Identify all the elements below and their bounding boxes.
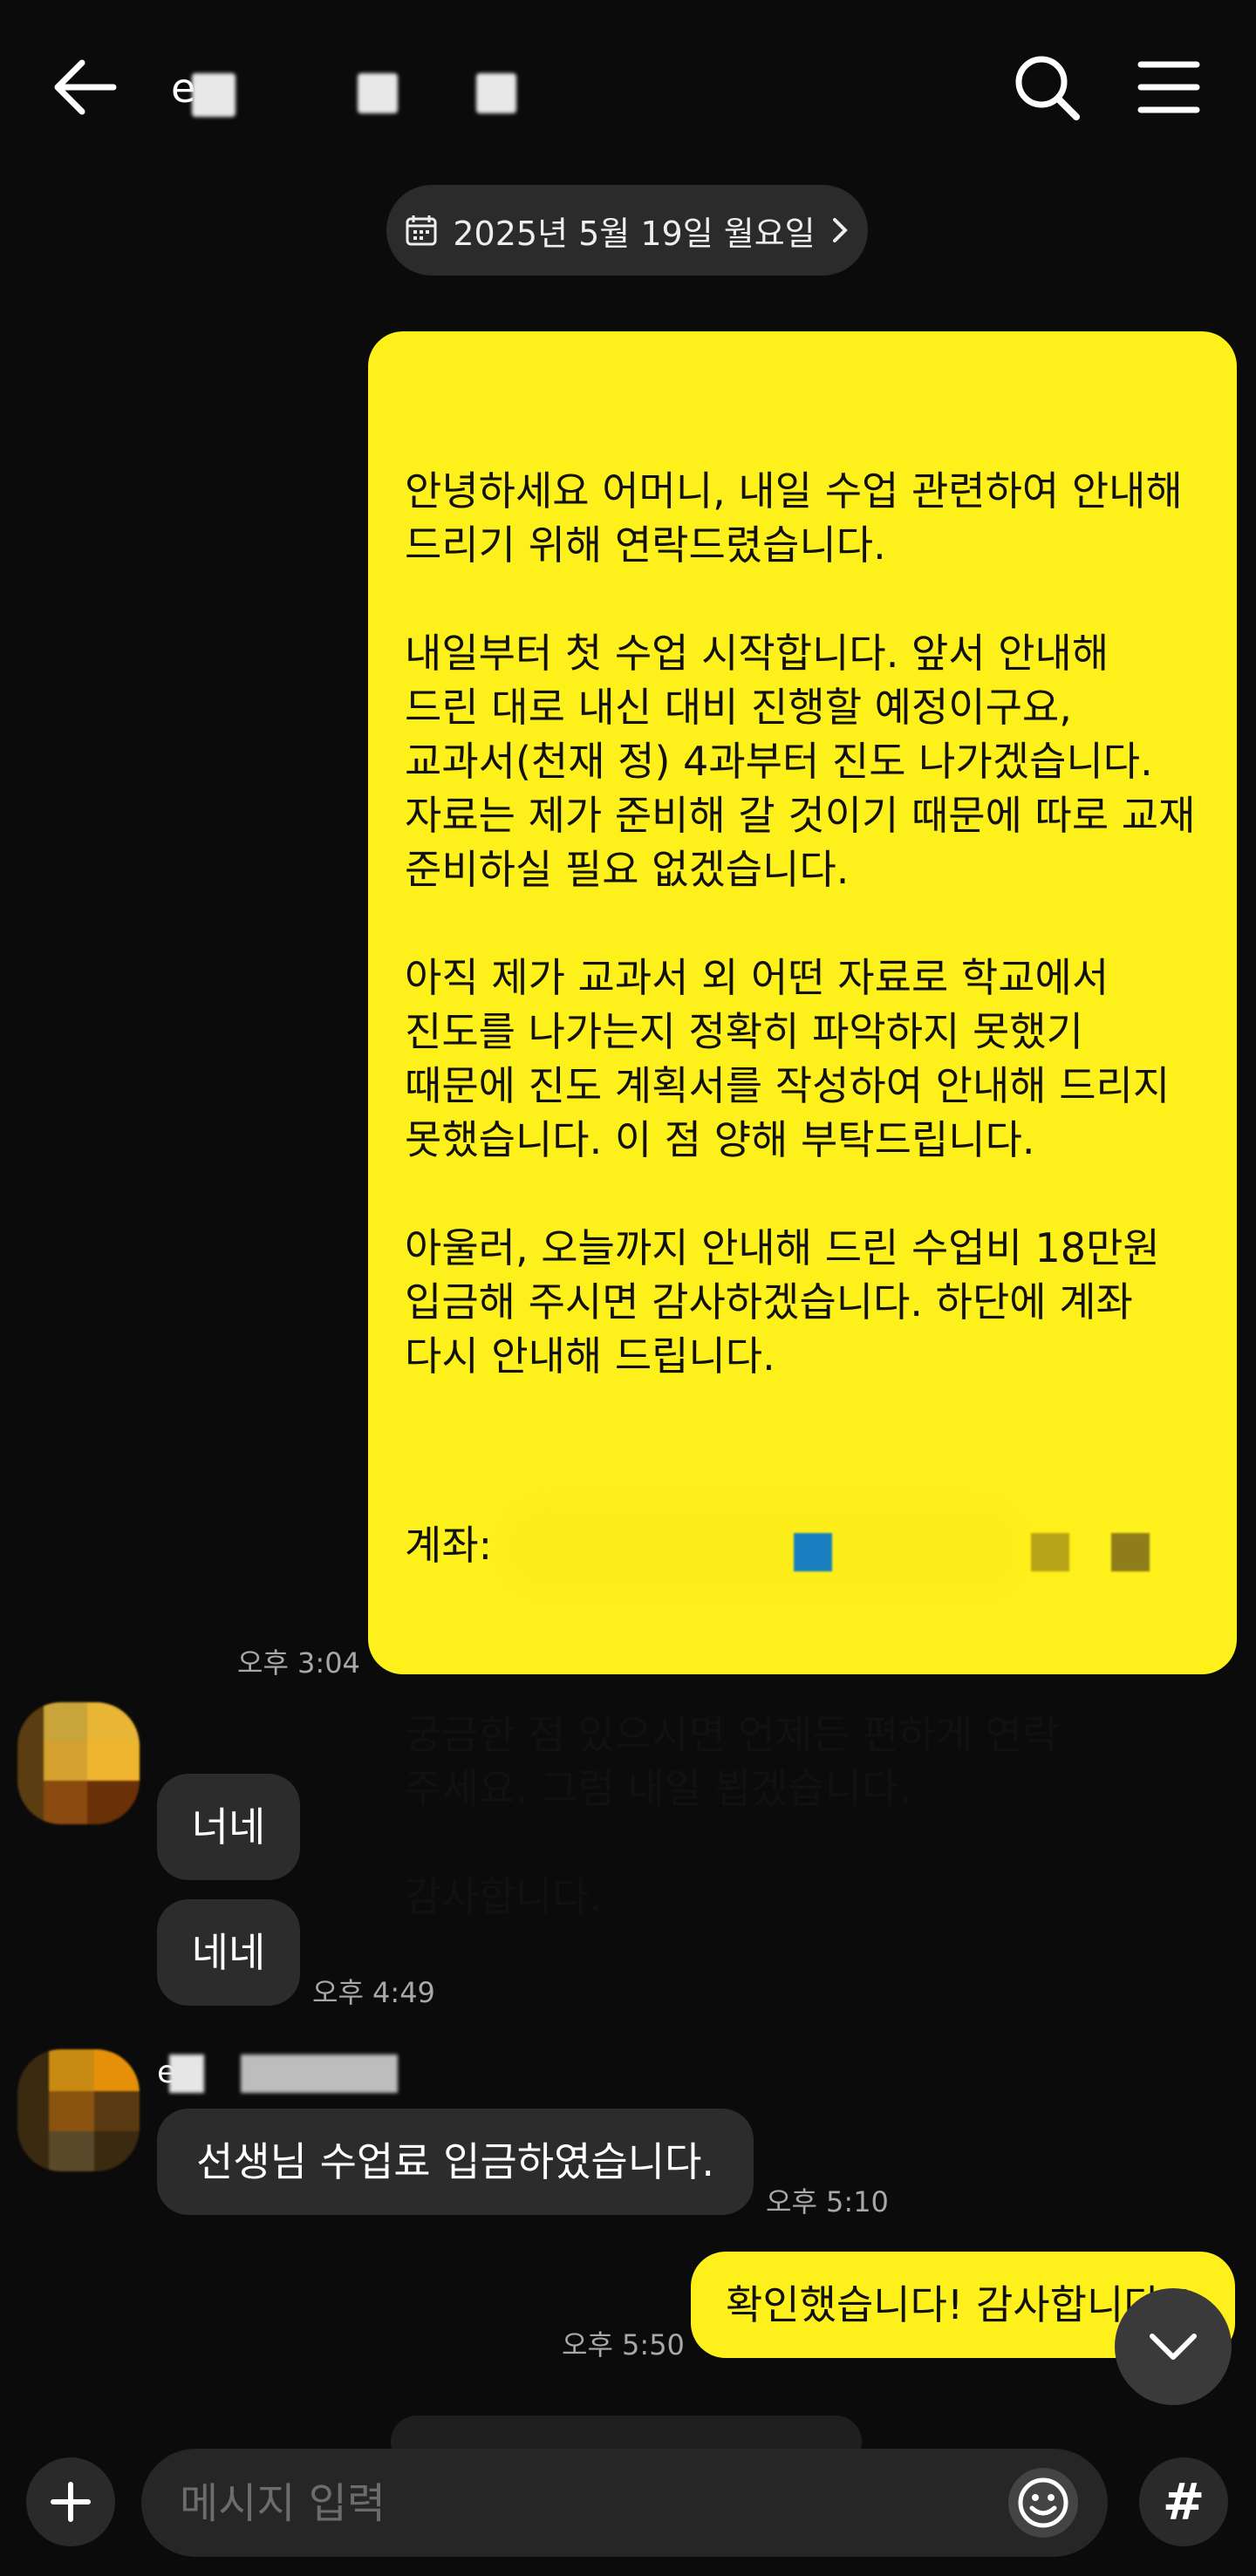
redacted-account-number [501, 1500, 1024, 1596]
redacted-block [794, 1533, 832, 1571]
message-time: 오후 4:49 [312, 1976, 435, 2009]
message-time: 오후 3:04 [237, 1646, 360, 1680]
avatar[interactable] [17, 2049, 140, 2171]
message-input[interactable] [178, 2466, 966, 2541]
redacted-title-block [192, 73, 236, 117]
back-button[interactable] [44, 44, 131, 131]
date-label: 2025년 5월 19일 월요일 [453, 214, 816, 253]
scroll-to-bottom-button[interactable] [1115, 2288, 1232, 2405]
incoming-message-bubble[interactable]: 선생님 수업료 입금하였습니다. [157, 2109, 754, 2215]
hamburger-menu-icon [1137, 61, 1200, 113]
calendar-icon [406, 215, 437, 246]
redacted-block [1111, 1533, 1150, 1571]
account-line: 계좌: [405, 1491, 1237, 1599]
chat-title: e [171, 61, 555, 122]
hashtag-button[interactable]: # [1139, 2457, 1228, 2546]
redacted-name-block [241, 2055, 398, 2093]
menu-button[interactable] [1125, 44, 1212, 131]
redacted-name-block [169, 2055, 204, 2093]
chevron-down-icon [1150, 2334, 1197, 2360]
search-button[interactable] [1003, 44, 1090, 131]
incoming-message-bubble[interactable]: 너네 [157, 1774, 300, 1880]
message-time: 오후 5:10 [766, 2185, 889, 2218]
redacted-block [1031, 1533, 1069, 1571]
message-text-continued: 궁금한 점 있으시면 언제든 편하게 연락 주세요. 그럼 내일 뵙겠습니다. … [405, 1711, 1060, 1920]
avatar[interactable] [17, 1702, 140, 1824]
search-icon [1015, 56, 1080, 120]
redacted-title-block [358, 73, 398, 113]
smiley-icon [1018, 2477, 1068, 2528]
arrow-left-icon [54, 59, 117, 115]
message-text: 안녕하세요 어머니, 내일 수업 관련하여 안내해 드리기 위해 연락드렸습니다… [405, 467, 1196, 1380]
plus-icon [51, 2482, 91, 2522]
attach-button[interactable] [26, 2457, 115, 2546]
chat-header: e [0, 0, 1256, 174]
redacted-title-block [476, 73, 516, 113]
chevron-right-icon [832, 218, 848, 242]
message-input-container [141, 2449, 1108, 2557]
message-time: 오후 5:50 [562, 2328, 685, 2361]
emoji-button[interactable] [1008, 2468, 1078, 2538]
date-divider[interactable]: 2025년 5월 19일 월요일 [386, 185, 868, 276]
sender-name: e [157, 2049, 454, 2102]
incoming-message-bubble[interactable]: 네네 [157, 1899, 300, 2006]
account-label: 계좌: [405, 1522, 493, 1569]
outgoing-message-bubble[interactable]: 안녕하세요 어머니, 내일 수업 관련하여 안내해 드리기 위해 연락드렸습니다… [368, 331, 1237, 1920]
